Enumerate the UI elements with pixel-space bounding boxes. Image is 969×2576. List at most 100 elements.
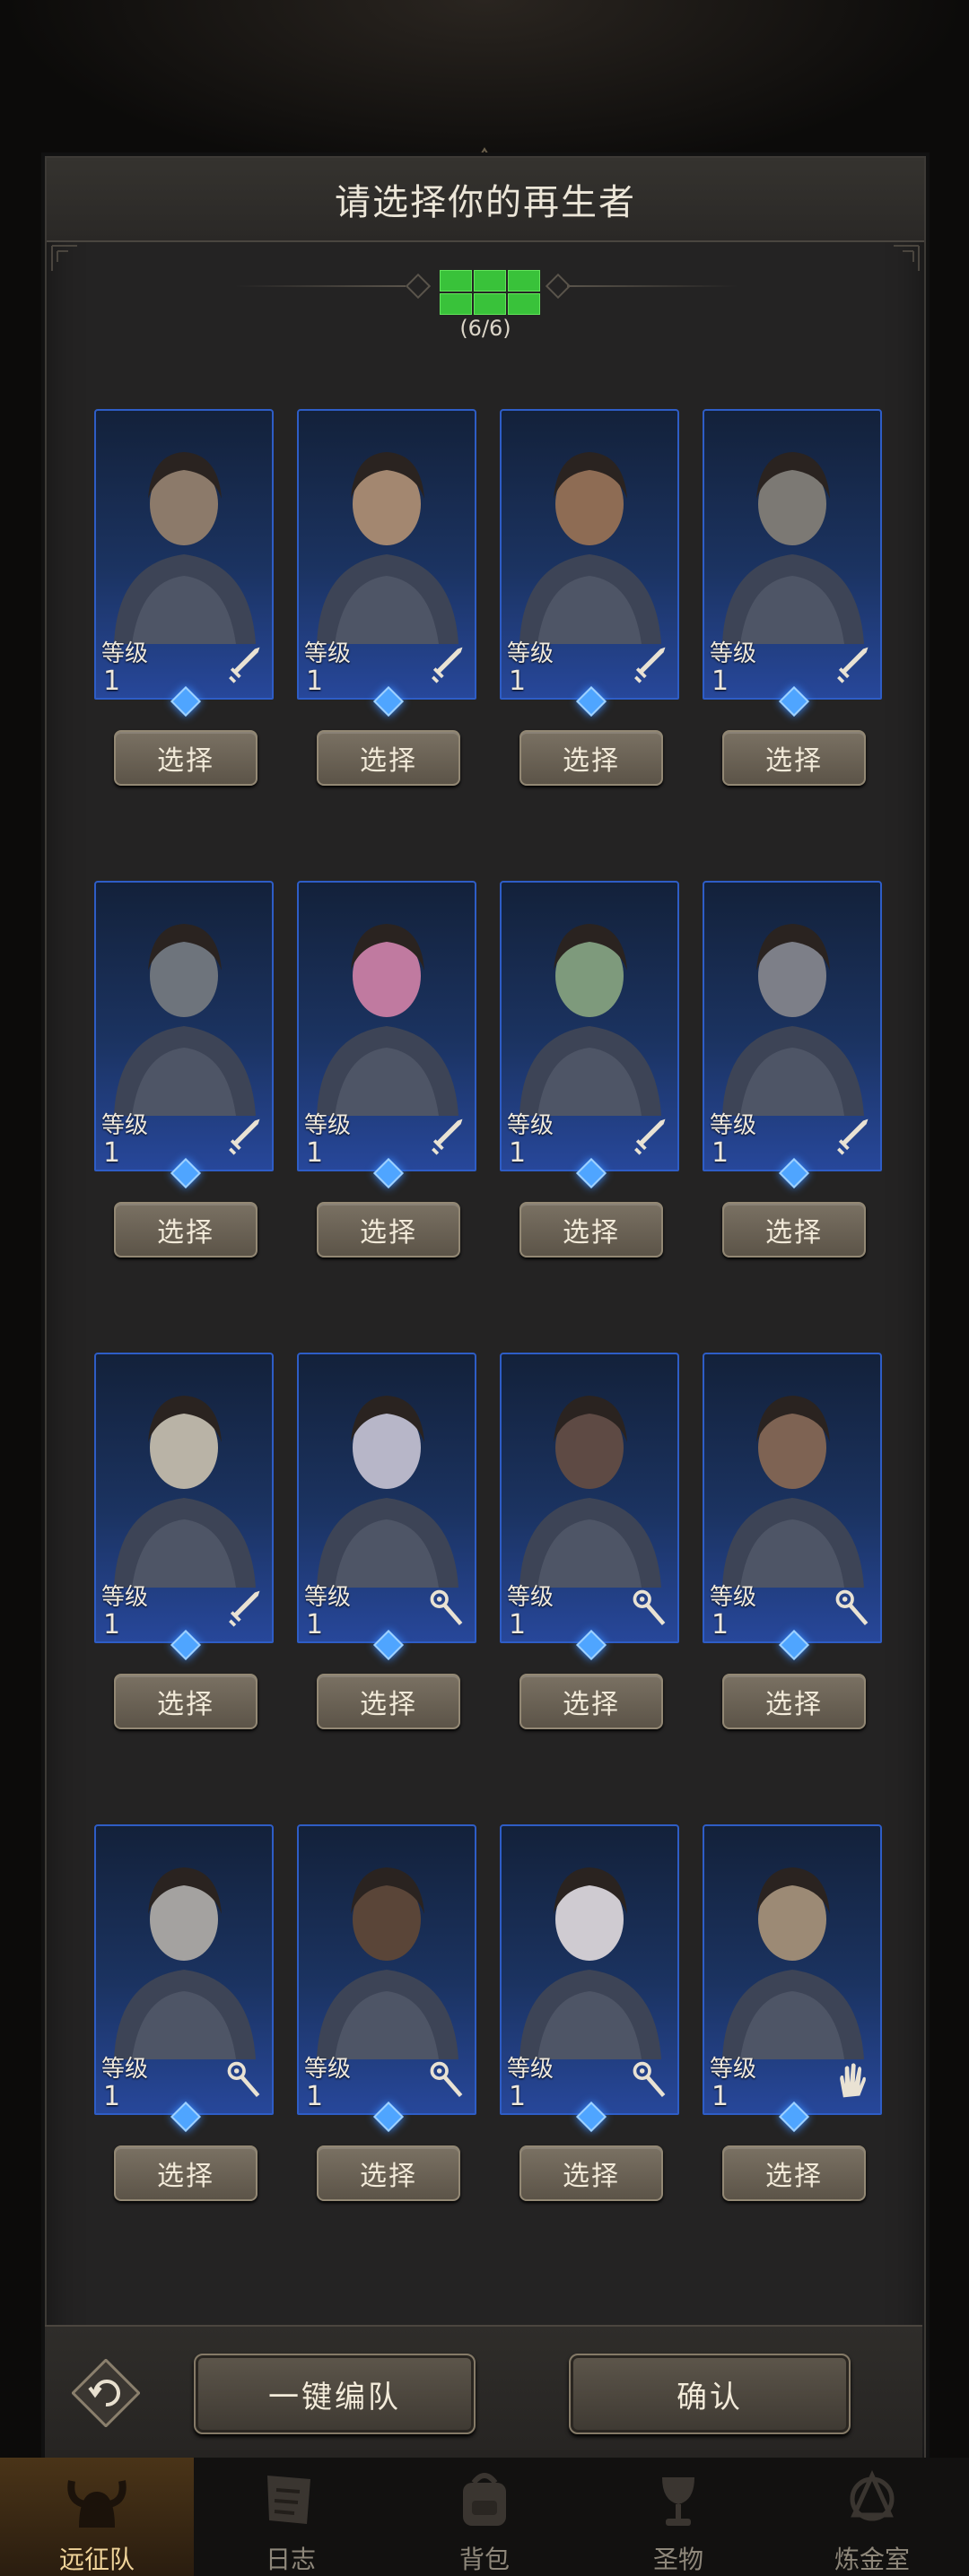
hero-portrait[interactable]: 等级 1 bbox=[297, 881, 476, 1171]
select-button[interactable]: 选择 bbox=[722, 1202, 866, 1258]
select-button[interactable]: 选择 bbox=[114, 2145, 258, 2201]
select-button[interactable]: 选择 bbox=[519, 1202, 663, 1258]
hero-figure bbox=[114, 452, 256, 644]
hero-figure bbox=[317, 1867, 458, 2059]
nav-item[interactable]: 日志 bbox=[194, 2458, 388, 2576]
level-label: 等级 bbox=[507, 1112, 554, 1139]
hero-card[interactable]: 等级 1 选择 bbox=[500, 1353, 679, 1729]
sword-icon bbox=[837, 1118, 869, 1155]
select-button[interactable]: 选择 bbox=[519, 2145, 663, 2201]
hero-portrait[interactable]: 等级 1 bbox=[94, 1353, 274, 1643]
hero-portrait[interactable]: 等级 1 bbox=[703, 1824, 882, 2115]
hero-portrait[interactable]: 等级 1 bbox=[500, 881, 679, 1171]
hero-card[interactable]: 等级 1 选择 bbox=[500, 409, 679, 786]
alchemy-icon bbox=[850, 2469, 895, 2521]
confirm-button[interactable]: 确认 bbox=[569, 2354, 851, 2434]
hero-level: 1 bbox=[711, 1137, 729, 1169]
capacity-slot bbox=[474, 270, 506, 292]
journal-icon bbox=[267, 2476, 310, 2524]
hero-card[interactable]: 等级 1 选择 bbox=[703, 1353, 882, 1729]
hero-card[interactable]: 等级 1 选择 bbox=[297, 409, 476, 786]
hero-portrait[interactable]: 等级 1 bbox=[94, 409, 274, 700]
hero-figure bbox=[114, 924, 256, 1116]
nav-item[interactable]: 圣物 bbox=[581, 2458, 775, 2576]
hero-portrait[interactable]: 等级 1 bbox=[500, 1353, 679, 1643]
hero-figure bbox=[519, 1867, 661, 2059]
hero-portrait[interactable]: 等级 1 bbox=[703, 409, 882, 700]
hero-portrait[interactable]: 等级 1 bbox=[703, 881, 882, 1171]
hero-level: 1 bbox=[306, 1137, 324, 1169]
hero-portrait[interactable]: 等级 1 bbox=[703, 1353, 882, 1643]
nav-item[interactable]: 炼金室 bbox=[775, 2458, 969, 2576]
level-label: 等级 bbox=[710, 1112, 757, 1139]
select-button[interactable]: 选择 bbox=[114, 1674, 258, 1729]
capacity-slot bbox=[440, 293, 472, 315]
hero-card[interactable]: 等级 1 选择 bbox=[297, 881, 476, 1258]
select-button[interactable]: 选择 bbox=[317, 730, 460, 786]
select-button[interactable]: 选择 bbox=[722, 730, 866, 786]
level-label: 等级 bbox=[507, 2056, 554, 2083]
hero-card[interactable]: 等级 1 选择 bbox=[94, 1353, 274, 1729]
hero-level: 1 bbox=[306, 1609, 324, 1640]
sword-icon bbox=[229, 1118, 260, 1155]
hero-level: 1 bbox=[711, 666, 729, 697]
hero-portrait[interactable]: 等级 1 bbox=[500, 409, 679, 700]
backpack-icon bbox=[463, 2473, 506, 2526]
level-label: 等级 bbox=[101, 640, 149, 667]
hero-card[interactable]: 等级 1 选择 bbox=[94, 881, 274, 1258]
hero-card[interactable]: 等级 1 选择 bbox=[94, 409, 274, 786]
capacity-count: (6/6) bbox=[459, 316, 511, 341]
select-button[interactable]: 选择 bbox=[317, 1202, 460, 1258]
select-button[interactable]: 选择 bbox=[114, 730, 258, 786]
bottom-nav: 远征队 日志 背包 圣物 炼金室 bbox=[0, 2458, 969, 2576]
staff-icon bbox=[633, 1589, 666, 1625]
hero-portrait[interactable]: 等级 1 bbox=[297, 1353, 476, 1643]
select-button[interactable]: 选择 bbox=[722, 2145, 866, 2201]
hero-level: 1 bbox=[509, 1609, 527, 1640]
divider-line bbox=[235, 285, 406, 287]
nav-item[interactable]: 背包 bbox=[388, 2458, 581, 2576]
sword-icon bbox=[229, 647, 260, 683]
hero-portrait[interactable]: 等级 1 bbox=[94, 881, 274, 1171]
panel-header: 请选择你的再生者 bbox=[47, 158, 924, 242]
staff-icon bbox=[633, 2061, 666, 2097]
sword-icon bbox=[837, 647, 869, 683]
hero-portrait[interactable]: 等级 1 bbox=[94, 1824, 274, 2115]
level-label: 等级 bbox=[101, 2056, 149, 2083]
hero-level: 1 bbox=[103, 666, 121, 697]
undo-button[interactable] bbox=[72, 2359, 140, 2427]
select-button[interactable]: 选择 bbox=[317, 1674, 460, 1729]
hero-card[interactable]: 等级 1 选择 bbox=[703, 1824, 882, 2201]
hero-portrait[interactable]: 等级 1 bbox=[297, 1824, 476, 2115]
hero-card[interactable]: 等级 1 选择 bbox=[500, 1824, 679, 2201]
level-label: 等级 bbox=[304, 640, 352, 667]
hero-card[interactable]: 等级 1 选择 bbox=[500, 881, 679, 1258]
auto-team-button[interactable]: 一键编队 bbox=[194, 2354, 476, 2434]
hero-level: 1 bbox=[711, 1609, 729, 1640]
hero-figure bbox=[722, 1867, 864, 2059]
level-label: 等级 bbox=[710, 2056, 757, 2083]
hero-level: 1 bbox=[509, 1137, 527, 1169]
hero-card[interactable]: 等级 1 选择 bbox=[703, 409, 882, 786]
select-button[interactable]: 选择 bbox=[722, 1674, 866, 1729]
hero-level: 1 bbox=[509, 666, 527, 697]
select-button[interactable]: 选择 bbox=[519, 1674, 663, 1729]
select-button[interactable]: 选择 bbox=[114, 1202, 258, 1258]
staff-icon bbox=[835, 1589, 869, 1625]
hero-card[interactable]: 等级 1 选择 bbox=[94, 1824, 274, 2201]
staff-icon bbox=[227, 2061, 260, 2097]
hero-card[interactable]: 等级 1 选择 bbox=[297, 1824, 476, 2201]
level-label: 等级 bbox=[710, 1584, 757, 1611]
hero-card[interactable]: 等级 1 选择 bbox=[703, 881, 882, 1258]
hero-figure bbox=[317, 1396, 458, 1588]
hero-card[interactable]: 等级 1 选择 bbox=[297, 1353, 476, 1729]
select-button[interactable]: 选择 bbox=[519, 730, 663, 786]
hero-figure bbox=[722, 1396, 864, 1588]
hero-figure bbox=[519, 924, 661, 1116]
panel-footer: 一键编队 确认 bbox=[45, 2325, 922, 2459]
hero-portrait[interactable]: 等级 1 bbox=[500, 1824, 679, 2115]
hero-portrait[interactable]: 等级 1 bbox=[297, 409, 476, 700]
nav-item[interactable]: 远征队 bbox=[0, 2458, 194, 2576]
sword-icon bbox=[634, 647, 666, 683]
select-button[interactable]: 选择 bbox=[317, 2145, 460, 2201]
